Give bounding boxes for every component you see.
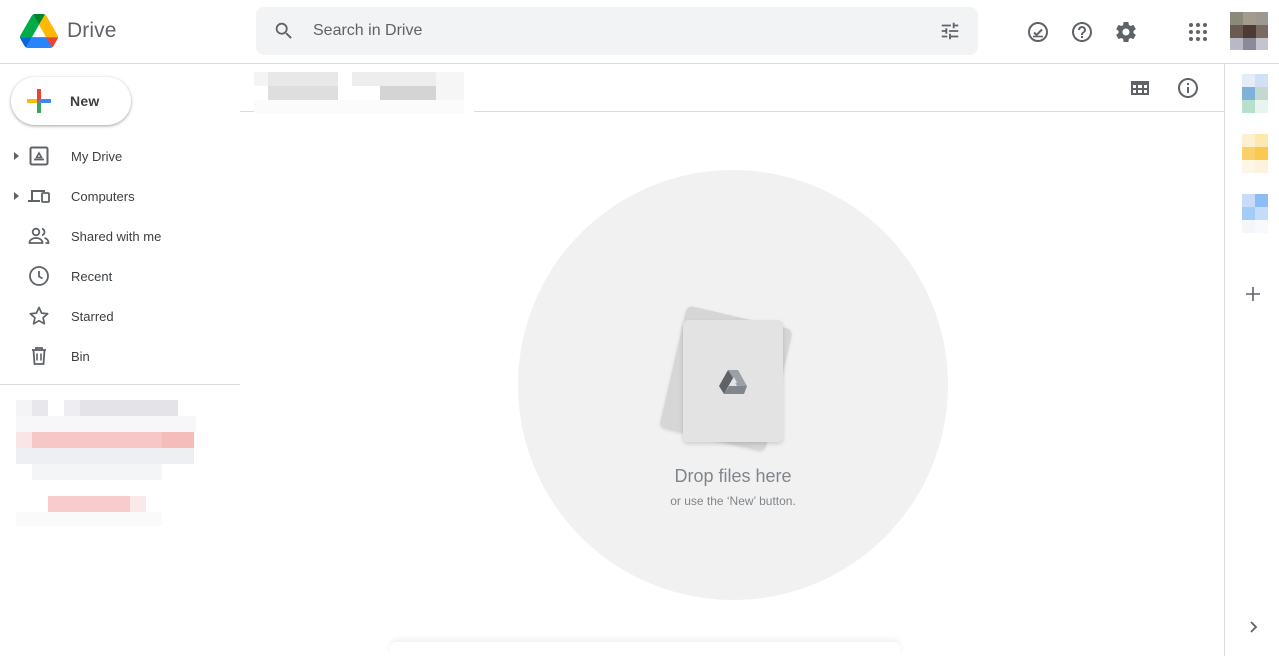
clock-icon — [27, 264, 51, 288]
search-bar[interactable] — [256, 7, 978, 55]
left-sidebar: New My Drive Computers Shared with me Re… — [0, 64, 240, 656]
main-toolbar — [240, 64, 1225, 126]
settings-icon — [1116, 21, 1136, 42]
apps-grid-icon — [1189, 23, 1207, 41]
expand-arrow-icon[interactable] — [10, 190, 22, 202]
new-button-label: New — [70, 93, 100, 109]
info-icon — [1178, 78, 1198, 98]
sidebar-item-recent[interactable]: Recent — [0, 256, 240, 296]
bottom-panel-edge — [390, 642, 900, 656]
help-icon — [1072, 22, 1092, 42]
settings-button[interactable] — [1106, 12, 1146, 52]
my-drive-icon — [27, 144, 51, 168]
sidebar-nav: My Drive Computers Shared with me Recent… — [0, 136, 240, 376]
search-input[interactable] — [313, 11, 913, 51]
grid-view-icon — [1131, 81, 1149, 95]
ready-offline-button[interactable] — [1018, 12, 1058, 52]
calendar-addon-icon[interactable] — [1242, 74, 1268, 114]
ready-offline-icon — [1028, 22, 1048, 42]
file-illustration — [683, 320, 783, 442]
drive-logo[interactable]: Drive — [20, 13, 117, 49]
star-icon — [27, 304, 51, 328]
grid-view-button[interactable] — [1120, 68, 1160, 108]
account-avatar[interactable] — [1230, 12, 1268, 50]
sidebar-divider — [0, 384, 240, 385]
sidebar-item-label: Bin — [71, 349, 90, 364]
drive-mono-icon — [719, 370, 747, 394]
sidebar-item-label: Starred — [71, 309, 114, 324]
shared-icon — [27, 224, 51, 248]
app-name: Drive — [67, 19, 117, 42]
add-addon-icon[interactable] — [1242, 283, 1264, 305]
search-icon[interactable] — [272, 19, 296, 43]
top-header: Drive — [0, 0, 1279, 64]
storage-info-blurred — [16, 400, 196, 528]
trash-icon — [27, 344, 51, 368]
keep-addon-icon[interactable] — [1242, 134, 1268, 174]
drive-app: Drive Search in Drive New My Drive Compu… — [0, 0, 1279, 656]
sidebar-item-label: Recent — [71, 269, 113, 284]
sidebar-item-label: Shared with me — [71, 229, 162, 244]
sidebar-item-label: Computers — [71, 189, 135, 204]
help-button[interactable] — [1062, 12, 1102, 52]
breadcrumb-blurred[interactable] — [254, 70, 474, 126]
new-button[interactable]: New — [11, 77, 131, 125]
details-button[interactable] — [1168, 68, 1208, 108]
drive-logo-icon — [20, 14, 58, 48]
main-content: Drop files here or use the ‘New’ button. — [240, 64, 1225, 656]
tune-icon[interactable] — [938, 19, 962, 43]
sidebar-item-bin[interactable]: Bin — [0, 336, 240, 376]
sidebar-item-computers[interactable]: Computers — [0, 176, 240, 216]
side-panel — [1224, 64, 1279, 656]
sidebar-item-label: My Drive — [71, 149, 123, 164]
sidebar-item-shared-with-me[interactable]: Shared with me — [0, 216, 240, 256]
expand-arrow-icon[interactable] — [10, 150, 22, 162]
tasks-addon-icon[interactable] — [1242, 194, 1268, 234]
drop-subtitle: or use the ‘New’ button. — [670, 494, 796, 508]
sidebar-item-starred[interactable]: Starred — [0, 296, 240, 336]
computers-icon — [27, 184, 51, 208]
chevron-right-icon[interactable] — [1244, 618, 1262, 636]
sidebar-item-my-drive[interactable]: My Drive — [0, 136, 240, 176]
plus-icon — [27, 89, 51, 113]
apps-button[interactable] — [1178, 12, 1218, 52]
drop-title: Drop files here — [674, 466, 792, 486]
